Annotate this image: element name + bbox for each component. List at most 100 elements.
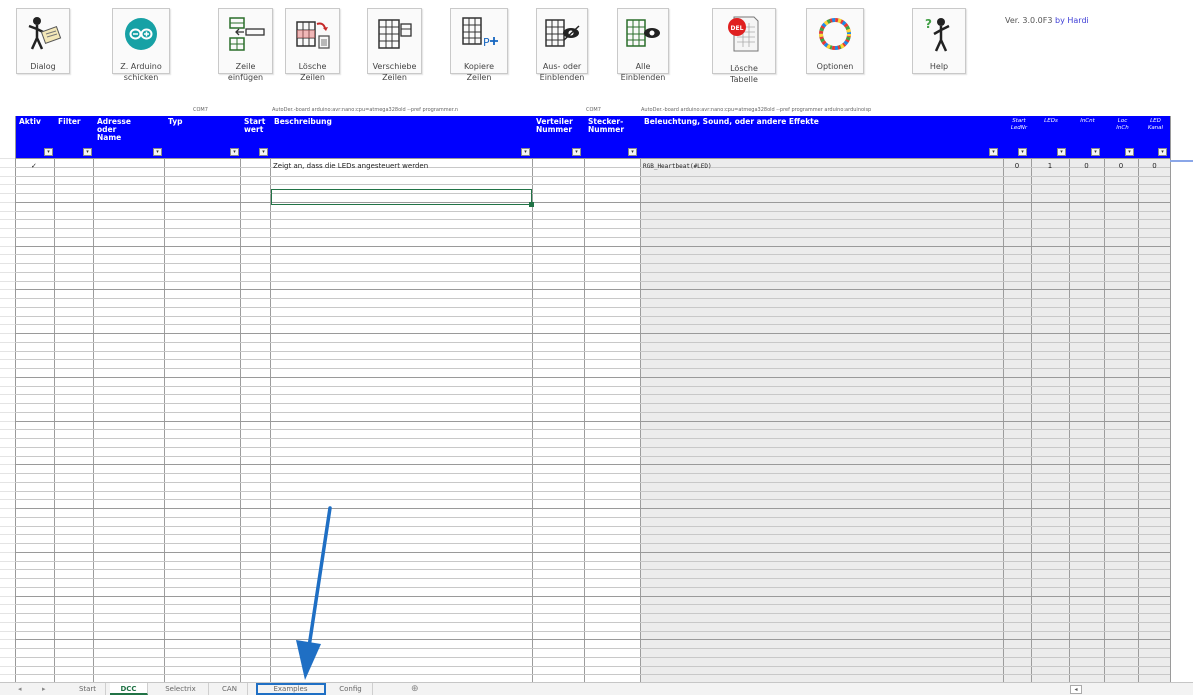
options-button[interactable]: Optionen bbox=[806, 8, 864, 74]
row-header-line bbox=[0, 631, 15, 632]
help-figure-icon: ? bbox=[913, 13, 965, 55]
fill-handle[interactable] bbox=[529, 202, 534, 207]
row-header-line bbox=[0, 657, 15, 658]
row-line bbox=[15, 534, 1170, 535]
filter-dropdown-filter[interactable]: ▾ bbox=[83, 148, 92, 156]
tab-scroll-prev-button[interactable]: ◂ bbox=[18, 683, 22, 695]
row-line bbox=[15, 552, 1170, 553]
filter-dropdown-start-lednr[interactable]: ▾ bbox=[1018, 148, 1027, 156]
row-header-line bbox=[0, 421, 15, 422]
insert-row-button[interactable]: Zeile einfügen bbox=[218, 8, 273, 82]
dialog-button-label: Dialog bbox=[30, 62, 56, 71]
row-header-line bbox=[0, 526, 15, 527]
move-rows-icon bbox=[368, 13, 421, 55]
help-button[interactable]: ? Help bbox=[912, 8, 966, 74]
row-line bbox=[15, 228, 1170, 229]
row-header-line bbox=[0, 578, 15, 579]
row-header-line bbox=[0, 219, 15, 220]
row-header-line bbox=[0, 176, 15, 177]
toggle-visibility-button[interactable]: Aus- oder Einblenden bbox=[536, 8, 588, 82]
filter-dropdown-stecker[interactable]: ▾ bbox=[628, 148, 637, 156]
row1-loc-incn[interactable]: 0 bbox=[1105, 161, 1137, 172]
copy-rows-button[interactable]: P Kopiere Zeilen bbox=[450, 8, 508, 82]
com-port-label-2: COM7 bbox=[586, 107, 601, 113]
row-line bbox=[15, 631, 1170, 632]
horizontal-scroll-button[interactable]: ◂ bbox=[1070, 685, 1082, 694]
row-line bbox=[15, 526, 1170, 527]
filter-dropdown-incnt[interactable]: ▾ bbox=[1091, 148, 1100, 156]
filter-dropdown-aktiv[interactable]: ▾ bbox=[44, 148, 53, 156]
row-line bbox=[15, 158, 1170, 159]
delete-table-icon: DEL bbox=[713, 13, 775, 55]
row-header-line bbox=[0, 184, 15, 185]
row-line bbox=[15, 219, 1170, 220]
row-header-line bbox=[0, 499, 15, 500]
row1-aktiv[interactable]: ✓ bbox=[31, 161, 51, 172]
filter-dropdown-typ[interactable]: ▾ bbox=[230, 148, 239, 156]
row-header-line bbox=[0, 464, 15, 465]
show-all-button[interactable]: Alle Einblenden bbox=[617, 8, 669, 82]
filter-dropdown-adresse[interactable]: ▾ bbox=[153, 148, 162, 156]
add-sheet-button[interactable]: ⊕ bbox=[411, 683, 419, 695]
filter-dropdown-startwert[interactable]: ▾ bbox=[259, 148, 268, 156]
row1-incnt[interactable]: 0 bbox=[1070, 161, 1103, 172]
row-line bbox=[15, 377, 1170, 378]
row-line bbox=[15, 254, 1170, 255]
row1-beschreibung[interactable]: Zeigt an, dass die LEDs angesteuert werd… bbox=[273, 161, 531, 172]
svg-text:?: ? bbox=[925, 17, 932, 31]
filter-dropdown-beschreibung[interactable]: ▾ bbox=[521, 148, 530, 156]
row-line bbox=[15, 333, 1170, 334]
tab-config[interactable]: Config bbox=[329, 683, 373, 695]
tab-examples[interactable]: Examples bbox=[256, 683, 326, 695]
row-header-line bbox=[0, 307, 15, 308]
insert-row-icon bbox=[219, 13, 272, 55]
row-line bbox=[15, 316, 1170, 317]
row-line bbox=[15, 517, 1170, 518]
row-line bbox=[15, 569, 1170, 570]
row-header-line bbox=[0, 639, 15, 640]
tab-start[interactable]: Start bbox=[70, 683, 106, 695]
tab-dcc[interactable]: DCC bbox=[110, 683, 148, 695]
row1-leds[interactable]: 1 bbox=[1032, 161, 1068, 172]
row1-start-lednr[interactable]: 0 bbox=[1004, 161, 1030, 172]
filter-dropdown-verteiler[interactable]: ▾ bbox=[572, 148, 581, 156]
row-line bbox=[15, 359, 1170, 360]
row-header-line bbox=[0, 561, 15, 562]
row-header-line bbox=[0, 613, 15, 614]
row-line bbox=[15, 657, 1170, 658]
tab-selectrix[interactable]: Selectrix bbox=[153, 683, 209, 695]
dialog-figure-icon bbox=[17, 13, 69, 55]
row-header-line bbox=[0, 394, 15, 395]
row-line bbox=[15, 491, 1170, 492]
filter-dropdown-leds[interactable]: ▾ bbox=[1057, 148, 1066, 156]
row-line bbox=[15, 412, 1170, 413]
row1-effekte[interactable]: RGB_Heartbeat(#LED) bbox=[643, 161, 993, 172]
tab-scroll-next-button[interactable]: ▸ bbox=[42, 683, 46, 695]
tab-can[interactable]: CAN bbox=[212, 683, 248, 695]
row-line bbox=[15, 578, 1170, 579]
send-to-arduino-label: Z. Arduino schicken bbox=[120, 62, 162, 82]
filter-dropdown-led-kanal[interactable]: ▾ bbox=[1158, 148, 1167, 156]
delete-table-button[interactable]: DEL Lösche Tabelle bbox=[712, 8, 776, 84]
row-line bbox=[15, 351, 1170, 352]
row-header-line bbox=[0, 473, 15, 474]
row1-led-kanal[interactable]: 0 bbox=[1139, 161, 1170, 172]
send-to-arduino-button[interactable]: Z. Arduino schicken bbox=[112, 8, 170, 82]
row-line bbox=[15, 456, 1170, 457]
row-header-line bbox=[0, 386, 15, 387]
row-header-line bbox=[0, 193, 15, 194]
row-header-line bbox=[0, 316, 15, 317]
move-rows-button[interactable]: Verschiebe Zeilen bbox=[367, 8, 422, 82]
selected-cell[interactable] bbox=[271, 189, 534, 207]
copy-rows-icon: P bbox=[451, 13, 507, 55]
delete-rows-button[interactable]: Lösche Zeilen bbox=[285, 8, 340, 82]
row-line bbox=[15, 237, 1170, 238]
row-header-line bbox=[0, 237, 15, 238]
row-header-line bbox=[0, 543, 15, 544]
svg-text:DEL: DEL bbox=[731, 25, 744, 32]
filter-dropdown-loc-incn[interactable]: ▾ bbox=[1125, 148, 1134, 156]
toggle-visibility-label: Aus- oder Einblenden bbox=[539, 62, 585, 82]
dialog-button[interactable]: Dialog bbox=[16, 8, 70, 74]
filter-dropdown-effekte[interactable]: ▾ bbox=[989, 148, 998, 156]
row-header-line bbox=[0, 491, 15, 492]
